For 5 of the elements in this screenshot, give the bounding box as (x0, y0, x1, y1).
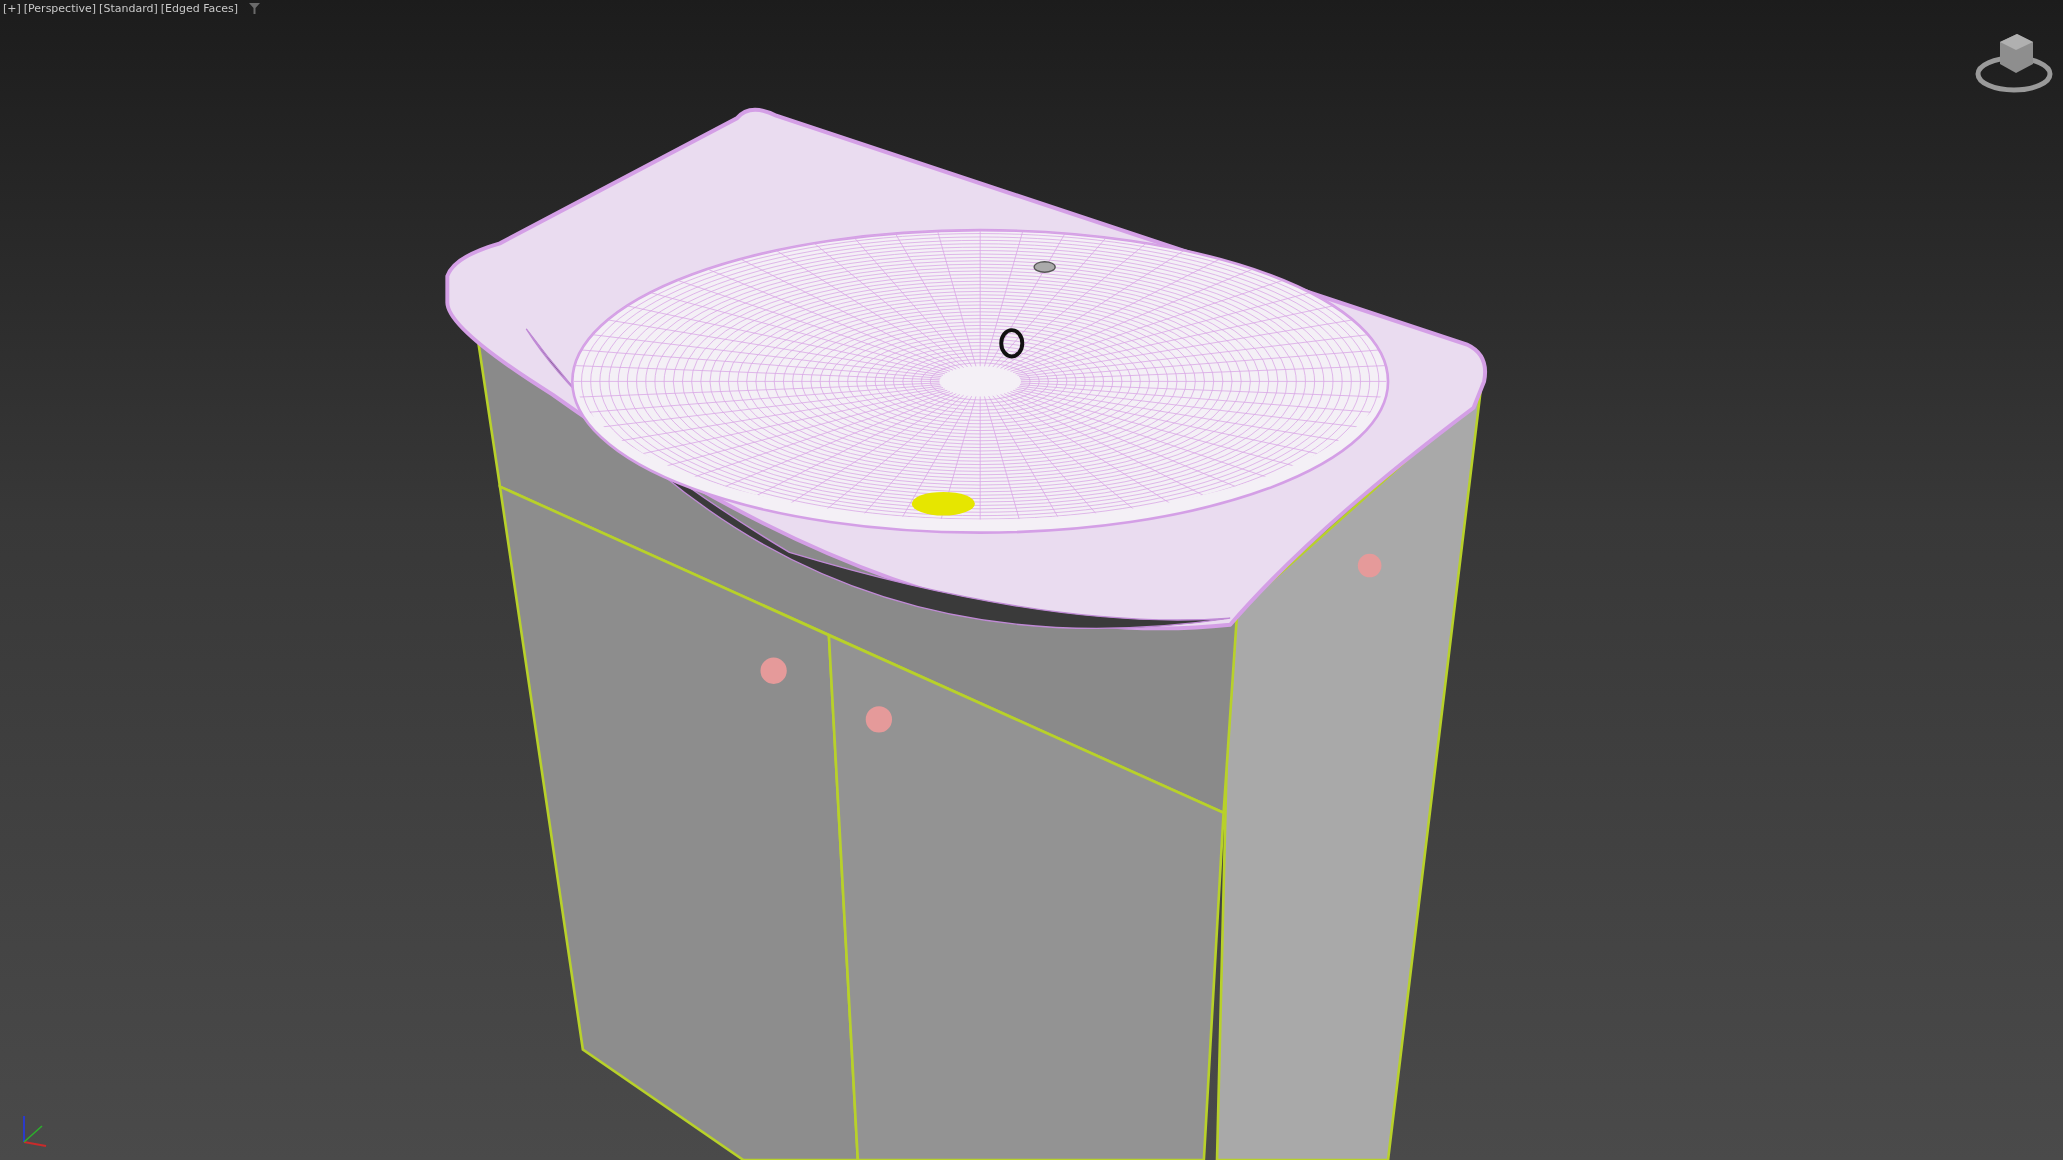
viewport-menu-label[interactable]: [Edged Faces] (160, 2, 239, 15)
viewport-menu-label[interactable]: [Standard] (99, 2, 158, 15)
viewport-menu-label[interactable]: [Perspective] (23, 2, 97, 15)
viewport-menu-label[interactable]: [+] (3, 2, 21, 15)
filter-icon[interactable] (249, 3, 261, 14)
